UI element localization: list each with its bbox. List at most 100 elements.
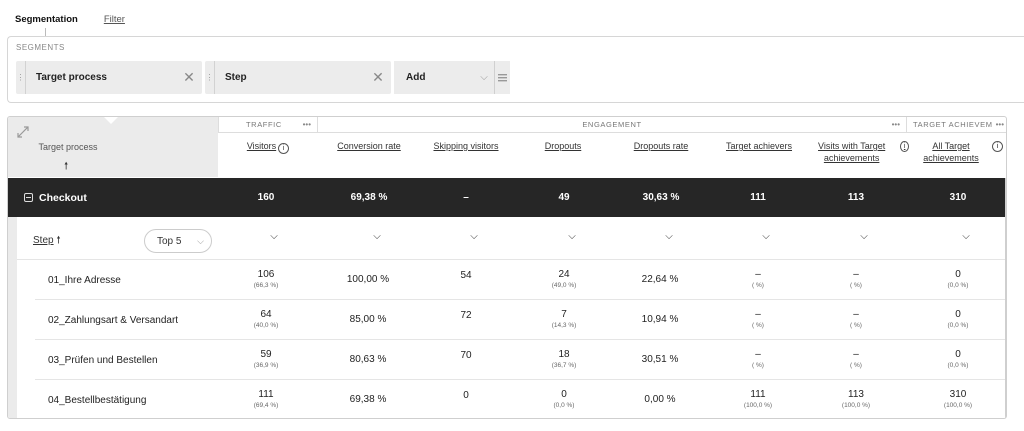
table-cell: 18 (36,7 %) <box>524 340 604 380</box>
col-dropouts[interactable]: Dropouts <box>528 140 598 152</box>
cell-share: (49,0 %) <box>551 282 577 289</box>
total-dropouts-rate: 30,63 % <box>642 192 680 203</box>
info-icon[interactable]: i <box>992 141 1003 152</box>
col-all-target[interactable]: All Target achievements <box>914 140 988 164</box>
chevron-down-icon[interactable]: ⌵ <box>659 231 679 242</box>
collapse-icon[interactable] <box>24 193 33 202</box>
more-options-icon[interactable]: ••• <box>995 120 1004 129</box>
segments-panel: SEGMENTS ⋮ Target process ✕ ⋮ Step ✕ Add… <box>7 36 1024 103</box>
tab-segmentation[interactable]: Segmentation <box>15 14 78 25</box>
close-icon[interactable]: ✕ <box>176 69 202 86</box>
cell-value: 113 <box>848 389 864 400</box>
add-segment-select[interactable]: Add ⌵ <box>394 61 510 94</box>
segment-chip-label: Step <box>225 72 247 83</box>
table-cell: 0 (0,0 %) <box>918 340 998 380</box>
cell-share: (66,3 %) <box>253 282 279 289</box>
total-skipping-visitors: – <box>463 192 469 203</box>
cell-value: – <box>853 309 859 320</box>
drag-handle-icon[interactable]: ⋮ <box>205 61 215 94</box>
table-cell: 69,38 % <box>328 380 408 418</box>
col-conversion-rate[interactable]: Conversion rate <box>325 140 413 152</box>
cell-share: (0,0 %) <box>947 322 969 329</box>
table-cell: – ( %) <box>816 260 896 300</box>
segment-chip-target-process[interactable]: ⋮ Target process ✕ <box>16 61 202 94</box>
cell-share: (36,9 %) <box>253 362 279 369</box>
row-dimension-label[interactable]: Target process <box>8 142 128 152</box>
close-icon[interactable]: ✕ <box>365 69 391 86</box>
row-label: 04_Bestellbestätigung <box>48 394 147 406</box>
cell-value: – <box>755 309 761 320</box>
cell-value: 0,00 % <box>644 394 676 405</box>
segments-title: SEGMENTS <box>16 43 65 52</box>
cell-share: (0,0 %) <box>553 402 575 409</box>
table-row[interactable]: 04_Bestellbestätigung 111 (69,4 %) 69,38 % 0… <box>35 380 1006 418</box>
col-target-achievers[interactable]: Target achievers <box>715 140 803 152</box>
group-engagement-label: ENGAGEMENT <box>582 120 642 129</box>
total-conversion-rate: 69,38 % <box>350 192 388 203</box>
table-cell: – ( %) <box>816 300 896 340</box>
col-dropouts-rate[interactable]: Dropouts rate <box>618 140 704 152</box>
top-n-select[interactable]: Top 5 ⌵ <box>144 229 212 253</box>
col-skipping-visitors[interactable]: Skipping visitors <box>419 140 513 152</box>
chevron-down-icon[interactable]: ⌵ <box>562 231 582 242</box>
drag-handle-icon[interactable]: ⋮ <box>16 61 26 94</box>
segment-options-icon[interactable] <box>494 61 510 94</box>
total-visitors: 160 <box>257 192 275 203</box>
chevron-down-icon[interactable]: ⌵ <box>756 231 776 242</box>
group-indent-bar <box>8 217 17 418</box>
cell-value: 0 <box>955 269 961 280</box>
cell-share: (14,3 %) <box>551 322 577 329</box>
cell-value: – <box>755 269 761 280</box>
row-label: 03_Prüfen und Bestellen <box>48 354 158 366</box>
table-cell: 30,51 % <box>620 340 700 380</box>
col-visits-with-target[interactable]: Visits with Target achievements i <box>805 140 909 164</box>
table-row[interactable]: 02_Zahlungsart & Versandart 64 (40,0 %) 85,… <box>35 300 1006 340</box>
group-traffic-label: TRAFFIC <box>246 120 282 129</box>
table-row[interactable]: 03_Prüfen und Bestellen 59 (36,9 %) 80,63 %… <box>35 340 1006 380</box>
cell-value: 0 <box>463 390 469 401</box>
chevron-down-icon[interactable]: ⌵ <box>854 231 874 242</box>
cell-value: 24 <box>558 269 570 280</box>
sort-ascending-icon[interactable]: 🠕 <box>56 235 60 246</box>
cell-share: ( %) <box>752 282 764 289</box>
info-icon[interactable]: i <box>278 143 290 154</box>
more-options-icon[interactable]: ••• <box>892 120 900 129</box>
cell-share: ( %) <box>752 322 764 329</box>
cell-value: 30,51 % <box>641 354 679 365</box>
table-row[interactable]: 01_Ihre Adresse 106 (66,3 %) 100,00 % 54 24 (4… <box>35 260 1006 300</box>
cell-share: ( %) <box>850 362 862 369</box>
total-row-label[interactable]: Checkout <box>24 178 87 217</box>
cell-value: 111 <box>258 389 274 400</box>
cell-share: ( %) <box>752 362 764 369</box>
cell-value: 310 <box>949 389 967 400</box>
cell-value: 7 <box>561 309 567 320</box>
table-cell: 64 (40,0 %) <box>226 300 306 340</box>
chevron-down-icon[interactable]: ⌵ <box>956 231 976 242</box>
segment-chip-label: Target process <box>36 72 107 83</box>
row-label: 02_Zahlungsart & Versandart <box>48 314 179 326</box>
cell-value: 100,00 % <box>346 274 390 285</box>
cell-value: 80,63 % <box>349 354 387 365</box>
sub-dimension-label[interactable]: Step 🠕 <box>33 233 61 250</box>
cell-share: (36,7 %) <box>551 362 577 369</box>
sort-ascending-icon[interactable]: 🠕 <box>64 159 68 176</box>
tab-filter[interactable]: Filter <box>104 14 125 25</box>
group-traffic: TRAFFIC ••• <box>218 117 317 133</box>
table-cell: 59 (36,9 %) <box>226 340 306 380</box>
chevron-down-icon[interactable]: ⌵ <box>367 231 387 242</box>
chevron-down-icon[interactable]: ⌵ <box>264 231 284 242</box>
col-visitors[interactable]: Visitors i <box>238 140 298 154</box>
table-cell: – ( %) <box>718 260 798 300</box>
table-cell: 24 (49,0 %) <box>524 260 604 300</box>
table-cell: 106 (66,3 %) <box>226 260 306 300</box>
total-row[interactable]: Checkout 160 69,38 % – 49 30,63 % 111 11… <box>8 178 1006 217</box>
table-cell: 7 (14,3 %) <box>524 300 604 340</box>
chevron-down-icon[interactable]: ⌵ <box>464 231 484 242</box>
info-icon[interactable]: i <box>900 141 909 152</box>
segment-chip-step[interactable]: ⋮ Step ✕ <box>205 61 391 94</box>
table-cell: 0,00 % <box>620 380 700 418</box>
expand-icon[interactable] <box>16 125 32 139</box>
more-options-icon[interactable]: ••• <box>303 120 311 129</box>
row-dimension-header: Target process 🠕 <box>8 117 218 177</box>
cell-value: 0 <box>561 389 567 400</box>
